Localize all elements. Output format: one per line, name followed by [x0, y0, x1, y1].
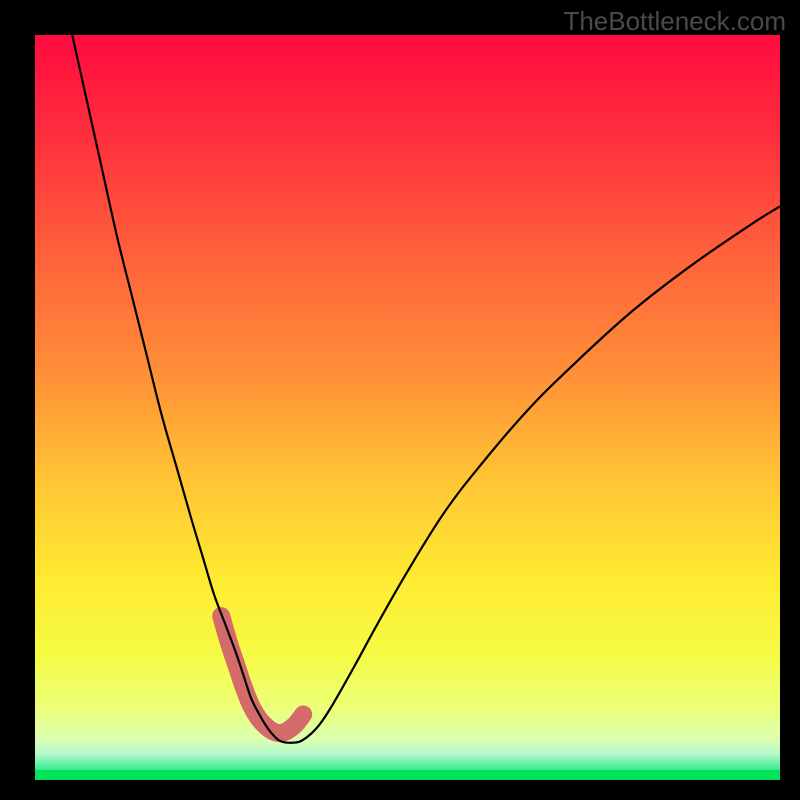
- chart-svg: [35, 35, 780, 780]
- gradient-background: [35, 35, 780, 780]
- chart-frame: TheBottleneck.com: [0, 0, 800, 800]
- watermark-text: TheBottleneck.com: [563, 6, 786, 37]
- green-baseline-band: [35, 770, 780, 780]
- chart-plot-area: [35, 35, 780, 780]
